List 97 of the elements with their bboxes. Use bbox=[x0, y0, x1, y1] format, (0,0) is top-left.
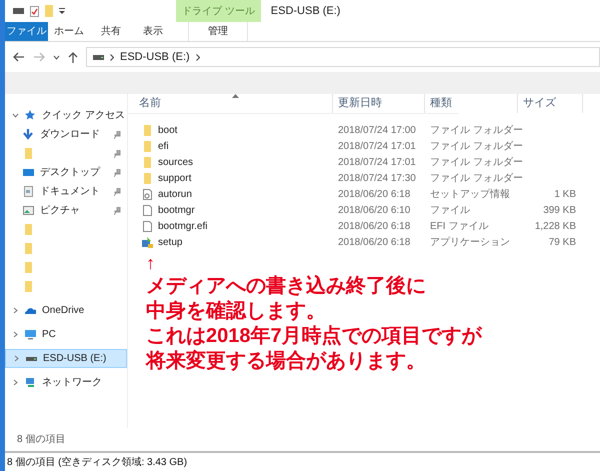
annotation-text: 中身を確認します。 bbox=[146, 299, 326, 324]
status-bar: 8 個の項目 (空きディスク領域: 3.43 GB) bbox=[5, 451, 600, 471]
modified-date: 2018/06/20 6:18 bbox=[338, 236, 410, 248]
sidebar-item[interactable]: ESD-USB (E:) bbox=[5, 349, 127, 368]
chevron-right-icon[interactable] bbox=[12, 331, 19, 338]
folder-icon bbox=[23, 262, 34, 273]
picture-icon bbox=[23, 205, 34, 216]
ribbon-tab[interactable]: 管理 bbox=[188, 22, 248, 41]
column-header[interactable]: 種類 bbox=[425, 94, 518, 113]
chevron-right-icon[interactable] bbox=[12, 379, 19, 386]
computer-icon bbox=[25, 329, 36, 340]
modified-date: 2018/07/24 17:30 bbox=[338, 172, 416, 184]
file-name[interactable]: efi bbox=[158, 138, 169, 154]
modified-date: 2018/06/20 6:18 bbox=[338, 188, 410, 200]
sidebar-label[interactable]: ピクチャ bbox=[40, 203, 108, 218]
pin-icon[interactable] bbox=[114, 188, 121, 196]
modified-date: 2018/06/20 6:18 bbox=[338, 220, 410, 232]
ribbon-tab[interactable]: 表示 bbox=[132, 22, 174, 41]
sidebar-label[interactable]: クイック アクセス bbox=[42, 108, 125, 123]
installer-icon bbox=[142, 236, 153, 248]
file-type: ファイル フォルダー bbox=[430, 156, 523, 168]
file-name[interactable]: autorun bbox=[158, 186, 192, 202]
item-count: 8 個の項目 bbox=[17, 433, 66, 447]
ribbon-tab[interactable]: ファイル bbox=[5, 22, 48, 41]
modified-date: 2018/07/24 17:01 bbox=[338, 156, 416, 168]
up-icon[interactable] bbox=[68, 52, 78, 62]
file-size: 79 KB bbox=[548, 236, 576, 250]
folder-icon bbox=[142, 156, 153, 168]
file-type: ファイル bbox=[430, 204, 470, 216]
chevron-down-icon[interactable] bbox=[53, 54, 60, 60]
annotation-text: メディアへの書き込み終了後に bbox=[146, 274, 426, 299]
settings-file-icon bbox=[142, 188, 153, 200]
file-type: ファイル フォルダー bbox=[430, 140, 523, 152]
pin-icon[interactable] bbox=[114, 130, 121, 138]
document-icon bbox=[23, 186, 34, 197]
file-type: アプリケーション bbox=[430, 236, 510, 248]
ribbon-tab[interactable]: 共有 bbox=[90, 22, 132, 41]
properties-icon[interactable] bbox=[30, 6, 39, 16]
sidebar-label[interactable]: ネットワーク bbox=[42, 375, 102, 390]
column-header[interactable]: サイズ bbox=[518, 94, 583, 113]
file-type: ファイル フォルダー bbox=[430, 172, 523, 184]
window-title: ESD-USB (E:) bbox=[270, 4, 340, 19]
file-icon bbox=[142, 204, 153, 216]
folder-icon bbox=[142, 124, 153, 136]
column-header[interactable]: 名前 bbox=[128, 94, 333, 113]
folder-icon bbox=[142, 172, 153, 184]
tool-tab-label: ドライブ ツール bbox=[176, 0, 261, 22]
pin-icon[interactable] bbox=[114, 168, 121, 176]
back-icon[interactable] bbox=[13, 52, 25, 62]
folder-icon bbox=[23, 243, 34, 254]
modified-date: 2018/06/20 6:10 bbox=[338, 204, 410, 216]
file-icon bbox=[142, 220, 153, 232]
modified-date: 2018/07/24 17:00 bbox=[338, 124, 416, 136]
folder-icon bbox=[23, 148, 34, 159]
sort-arrow-icon bbox=[232, 94, 239, 98]
download-icon bbox=[23, 129, 34, 140]
column-header[interactable]: 更新日時 bbox=[333, 94, 425, 113]
sidebar-label[interactable]: デスクトップ bbox=[40, 165, 108, 180]
folder-icon bbox=[142, 140, 153, 152]
annotation-text: 将来変更する場合があります。 bbox=[146, 349, 426, 374]
cloud-icon bbox=[25, 305, 36, 316]
file-size: 1,228 KB bbox=[534, 220, 576, 234]
folder-icon bbox=[23, 224, 34, 235]
chevron-right-icon[interactable] bbox=[13, 355, 20, 362]
star-icon bbox=[25, 110, 36, 121]
file-type: EFI ファイル bbox=[430, 220, 488, 232]
chevron-down-icon[interactable] bbox=[12, 112, 19, 119]
modified-date: 2018/07/24 17:01 bbox=[338, 140, 416, 152]
sidebar-label[interactable]: PC bbox=[42, 327, 56, 342]
address-path: ESD-USB (E:) bbox=[120, 50, 190, 65]
folder-icon bbox=[23, 281, 34, 292]
annotation-text: これは2018年7月時点での項目ですが bbox=[146, 324, 482, 349]
chevron-right-icon[interactable] bbox=[12, 307, 19, 314]
sidebar-label[interactable]: OneDrive bbox=[42, 303, 84, 318]
network-icon bbox=[25, 377, 36, 388]
annotation-arrow: ↑ bbox=[146, 252, 155, 274]
dropdown-icon[interactable] bbox=[59, 8, 65, 14]
monitor-icon bbox=[23, 167, 34, 178]
file-name[interactable]: sources bbox=[158, 154, 194, 170]
file-type: セットアップ情報 bbox=[430, 188, 510, 200]
chevron-right-icon bbox=[196, 54, 200, 60]
file-name[interactable]: setup bbox=[158, 234, 182, 250]
file-size: 399 KB bbox=[543, 204, 576, 218]
sidebar-label[interactable]: ダウンロード bbox=[40, 127, 108, 142]
file-name[interactable]: bootmgr.efi bbox=[158, 218, 208, 234]
file-name[interactable]: support bbox=[158, 170, 192, 186]
chevron-right-icon bbox=[110, 54, 114, 60]
sidebar-label[interactable]: ドキュメント bbox=[40, 184, 108, 199]
file-type: ファイル フォルダー bbox=[430, 124, 523, 136]
drive-icon bbox=[93, 54, 104, 60]
file-name[interactable]: boot bbox=[158, 122, 178, 138]
file-name[interactable]: bootmgr bbox=[158, 202, 195, 218]
file-size: 1 KB bbox=[554, 188, 576, 202]
ribbon-tab[interactable]: ホーム bbox=[48, 22, 90, 41]
pin-icon[interactable] bbox=[114, 206, 121, 214]
pin-icon[interactable] bbox=[114, 150, 121, 158]
address-bar[interactable]: ESD-USB (E:) bbox=[86, 47, 600, 67]
